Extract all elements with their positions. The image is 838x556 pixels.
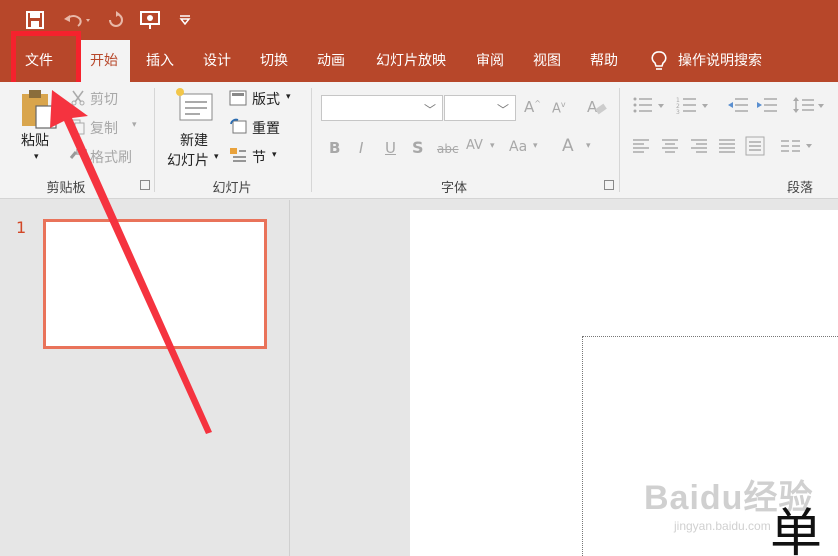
- columns-icon[interactable]: [780, 138, 814, 158]
- change-case-dropdown-icon[interactable]: ▾: [533, 141, 538, 151]
- tab-animations[interactable]: 动画: [308, 40, 354, 82]
- align-center-icon[interactable]: [661, 138, 679, 158]
- italic-button[interactable]: I: [359, 139, 363, 157]
- undo-icon[interactable]: [60, 8, 94, 32]
- highlight-box: [11, 31, 81, 87]
- group-divider: [619, 88, 620, 192]
- paste-dropdown-icon[interactable]: ▾: [34, 152, 39, 162]
- new-slide-icon[interactable]: [174, 86, 216, 126]
- tab-review[interactable]: 审阅: [467, 40, 513, 82]
- tab-slideshow[interactable]: 幻灯片放映: [366, 40, 456, 82]
- numbering-icon[interactable]: 123: [676, 96, 710, 118]
- bullets-icon[interactable]: [632, 96, 666, 118]
- tab-home[interactable]: 开始: [78, 40, 130, 82]
- slide-thumbnail-pane: 1: [0, 200, 290, 556]
- clear-formatting-icon[interactable]: A: [586, 96, 608, 122]
- slides-group-label: 幻灯片: [212, 181, 252, 196]
- decrease-font-icon[interactable]: Av: [552, 100, 566, 116]
- tab-design[interactable]: 设计: [194, 40, 240, 82]
- layout-dropdown-icon[interactable]: ▾: [286, 92, 291, 102]
- svg-text:A: A: [587, 98, 598, 116]
- character-spacing-button[interactable]: AV: [466, 138, 483, 153]
- cut-button[interactable]: 剪切: [90, 89, 118, 109]
- increase-indent-icon[interactable]: [756, 96, 778, 118]
- line-spacing-icon[interactable]: [792, 96, 826, 118]
- copy-button[interactable]: 复制: [90, 118, 118, 138]
- layout-button[interactable]: 版式: [252, 89, 280, 109]
- svg-text:3: 3: [676, 109, 680, 114]
- copy-dropdown-icon[interactable]: ▾: [132, 120, 137, 130]
- font-group-label: 字体: [440, 181, 467, 196]
- slide-title-text: 单: [770, 504, 823, 556]
- lightbulb-icon: [648, 40, 670, 82]
- distributed-icon[interactable]: [745, 136, 765, 160]
- format-painter-button[interactable]: 格式刷: [90, 147, 132, 167]
- tab-help[interactable]: 帮助: [581, 40, 627, 82]
- format-painter-icon: [68, 148, 88, 168]
- strikethrough-button[interactable]: abc: [437, 142, 459, 156]
- reset-icon: [229, 118, 247, 138]
- group-divider: [154, 88, 155, 192]
- customize-qat-icon[interactable]: [176, 8, 194, 32]
- font-size-combo[interactable]: ﹀: [444, 95, 516, 121]
- decrease-indent-icon[interactable]: [727, 96, 749, 118]
- slide-thumbnail[interactable]: [43, 219, 267, 349]
- quick-access-toolbar: [0, 0, 838, 40]
- ribbon-tabs: 文件 开始 插入 设计 切换 动画 幻灯片放映 审阅 视图 帮助 操作说明搜索: [0, 40, 838, 82]
- align-right-icon[interactable]: [690, 138, 708, 158]
- slide-number: 1: [16, 218, 27, 237]
- layout-icon: [229, 90, 247, 110]
- clipboard-launcher-icon[interactable]: [140, 180, 150, 190]
- spacing-dropdown-icon[interactable]: ▾: [490, 141, 495, 151]
- change-case-button[interactable]: Aa: [509, 139, 527, 155]
- present-from-start-icon[interactable]: [137, 8, 163, 32]
- paragraph-group-label: 段落: [786, 181, 813, 196]
- paste-icon[interactable]: [20, 88, 58, 134]
- font-color-button[interactable]: A: [562, 136, 574, 156]
- save-icon[interactable]: [22, 8, 48, 32]
- bold-button[interactable]: B: [329, 139, 340, 157]
- section-button[interactable]: 节: [252, 147, 266, 167]
- section-dropdown-icon[interactable]: ▾: [272, 150, 277, 160]
- tell-me-search[interactable]: 操作说明搜索: [678, 40, 778, 82]
- group-divider: [311, 88, 312, 192]
- new-slide-label-2[interactable]: 幻灯片: [167, 150, 209, 170]
- cut-icon: [70, 90, 86, 110]
- tab-view[interactable]: 视图: [524, 40, 570, 82]
- tab-transitions[interactable]: 切换: [251, 40, 297, 82]
- ribbon-home: 粘贴 ▾ 剪切 复制 ▾ 格式刷 剪贴板 新建 幻灯片 ▾ 版式 ▾ 重置 节 …: [0, 82, 838, 199]
- paste-label[interactable]: 粘贴: [21, 130, 49, 150]
- align-left-icon[interactable]: [632, 138, 650, 158]
- new-slide-dropdown-icon[interactable]: ▾: [214, 152, 219, 162]
- clipboard-group-label: 剪贴板: [46, 181, 86, 196]
- underline-button[interactable]: U: [385, 139, 396, 157]
- shadow-button[interactable]: S: [412, 138, 424, 157]
- redo-icon[interactable]: [104, 8, 128, 32]
- chevron-down-icon: ﹀: [496, 103, 509, 117]
- copy-icon: [70, 119, 86, 139]
- new-slide-label-1[interactable]: 新建: [180, 130, 208, 150]
- tab-insert[interactable]: 插入: [137, 40, 183, 82]
- font-color-dropdown-icon[interactable]: ▾: [586, 141, 591, 151]
- justify-icon[interactable]: [718, 138, 736, 158]
- chevron-down-icon: ﹀: [423, 103, 436, 117]
- section-icon: [229, 147, 247, 167]
- font-launcher-icon[interactable]: [604, 180, 614, 190]
- reset-button[interactable]: 重置: [252, 118, 280, 138]
- increase-font-icon[interactable]: A^: [524, 98, 541, 116]
- font-name-combo[interactable]: ﹀: [321, 95, 443, 121]
